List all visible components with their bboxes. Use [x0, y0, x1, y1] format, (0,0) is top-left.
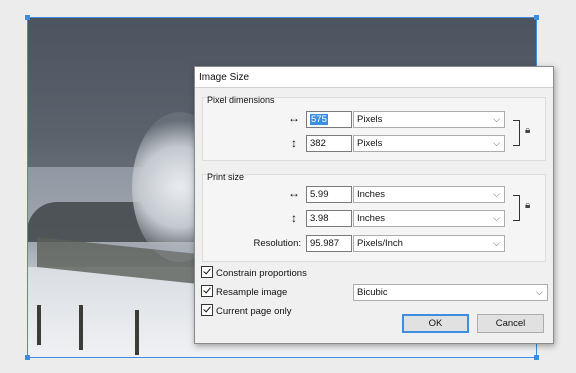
chevron-down-icon: ⌵ [493, 238, 500, 248]
link-bracket [513, 120, 520, 146]
lock-icon[interactable]: 🔒︎ [525, 125, 530, 136]
resample-method-select[interactable]: Bicubic ⌵ [353, 284, 548, 301]
resolution-unit-select[interactable]: Pixels/Inch ⌵ [353, 235, 505, 252]
horizontal-arrow-icon: ↔ [288, 186, 300, 200]
checkbox-checked[interactable] [201, 304, 213, 316]
constrain-proportions-checkbox[interactable]: Constrain proportions [201, 266, 307, 279]
pixel-height-unit-select[interactable]: Pixels ⌵ [353, 135, 505, 152]
resize-handle-top-left[interactable] [25, 15, 30, 20]
vertical-arrow-icon: ↕ [291, 211, 297, 225]
print-width-input[interactable]: 5.99 [306, 186, 352, 203]
chevron-down-icon: ⌵ [493, 213, 500, 223]
checkbox-checked[interactable] [201, 285, 213, 297]
pixel-height-input[interactable]: 382 [306, 135, 352, 152]
chevron-down-icon: ⌵ [493, 189, 500, 199]
resize-handle-bottom-right[interactable] [534, 355, 539, 360]
ok-button[interactable]: OK [402, 314, 469, 333]
resize-handle-bottom-left[interactable] [25, 355, 30, 360]
resolution-label: Resolution: [253, 238, 301, 249]
resample-image-checkbox[interactable]: Resample image [201, 285, 287, 298]
print-height-unit-select[interactable]: Inches ⌵ [353, 210, 505, 227]
chevron-down-icon: ⌵ [493, 114, 500, 124]
horizontal-arrow-icon: ↔ [288, 111, 300, 125]
print-height-input[interactable]: 3.98 [306, 210, 352, 227]
current-page-only-checkbox[interactable]: Current page only [201, 304, 292, 317]
cancel-button[interactable]: Cancel [477, 314, 544, 333]
vertical-arrow-icon: ↕ [291, 136, 297, 150]
image-size-dialog: Image Size Pixel dimensions ↔ 575 Pixels… [194, 66, 554, 344]
dialog-title: Image Size [199, 72, 250, 83]
pixel-width-input[interactable]: 575 [306, 111, 352, 128]
chevron-down-icon: ⌵ [493, 138, 500, 148]
link-bracket [513, 195, 520, 221]
resolution-input[interactable]: 95.987 [306, 235, 352, 252]
print-size-title: Print size [207, 172, 245, 182]
pixel-width-unit-select[interactable]: Pixels ⌵ [353, 111, 505, 128]
lock-icon[interactable]: 🔒︎ [525, 200, 530, 211]
dialog-titlebar[interactable]: Image Size [195, 67, 553, 88]
print-width-unit-select[interactable]: Inches ⌵ [353, 186, 505, 203]
checkbox-checked[interactable] [201, 266, 213, 278]
pixel-dimensions-title: Pixel dimensions [207, 95, 275, 105]
resize-handle-top-right[interactable] [534, 15, 539, 20]
chevron-down-icon: ⌵ [536, 287, 543, 297]
